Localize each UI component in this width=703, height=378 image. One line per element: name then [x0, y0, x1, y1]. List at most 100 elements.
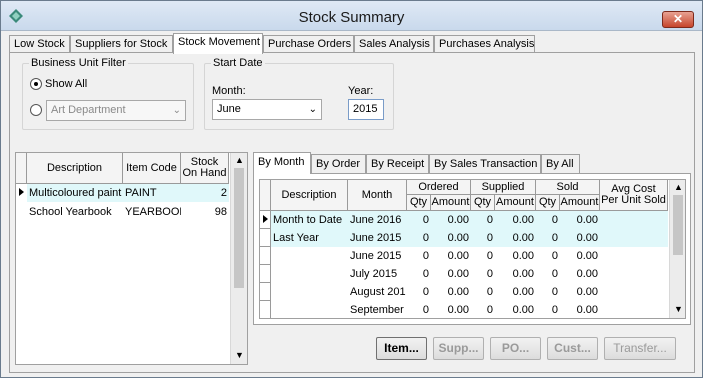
table-row-item-code[interactable]: PAINT [123, 184, 181, 202]
table-row-avg[interactable] [600, 247, 668, 265]
scroll-down-icon[interactable]: ▼ [235, 350, 244, 360]
table-row-month[interactable]: June 2016 [348, 211, 407, 229]
table-row-oa[interactable]: 0.00 [431, 265, 471, 283]
table-row-avg[interactable] [600, 283, 668, 301]
table-row-sq[interactable]: 0 [471, 283, 495, 301]
table-row-sa[interactable]: 0.00 [495, 301, 536, 318]
table-row-la[interactable]: 0.00 [560, 211, 600, 229]
table-row-oq[interactable]: 0 [407, 211, 431, 229]
table-row-avg[interactable] [600, 301, 668, 318]
table-row-oq[interactable]: 0 [407, 301, 431, 318]
table-row-stock[interactable]: 2 [181, 184, 229, 202]
row-selector[interactable] [260, 318, 271, 319]
table-row-description[interactable] [271, 265, 348, 283]
row-selector[interactable] [260, 300, 271, 301]
table-row-lq[interactable]: 0 [536, 301, 560, 318]
table-row-avg[interactable] [600, 229, 668, 247]
ordered-amount-header[interactable]: Amount [431, 195, 471, 211]
sold-amount-header[interactable]: Amount [560, 195, 600, 211]
supplied-qty-header[interactable]: Qty [471, 195, 495, 211]
scroll-thumb[interactable] [234, 168, 244, 288]
tab-by-month[interactable]: By Month [253, 152, 311, 174]
table-row-oq[interactable]: 0 [407, 229, 431, 247]
month-select[interactable]: June ⌄ [212, 99, 322, 120]
ordered-qty-header[interactable]: Qty [407, 195, 431, 211]
table-row-description[interactable]: School Yearbook [27, 203, 123, 221]
table-row-month[interactable]: July 2015 [348, 265, 407, 283]
table-row-description[interactable]: Multicoloured paint [27, 184, 123, 202]
table-row-sq[interactable]: 0 [471, 211, 495, 229]
stock-on-hand-column-header[interactable]: Stock On Hand [181, 153, 229, 184]
table-row-lq[interactable]: 0 [536, 229, 560, 247]
item-code-column-header[interactable]: Item Code [123, 153, 181, 184]
cust-button[interactable]: Cust... [547, 337, 598, 360]
row-selector[interactable] [260, 246, 271, 247]
title-bar[interactable]: Stock Summary ✕ [1, 1, 702, 31]
table-row-la[interactable]: 0.00 [560, 229, 600, 247]
table-row-oq[interactable]: 0 [407, 247, 431, 265]
close-button[interactable]: ✕ [662, 11, 694, 28]
table-row-description[interactable] [271, 283, 348, 301]
tab-suppliers-for-stock[interactable]: Suppliers for Stock [70, 35, 173, 53]
table-row-lq[interactable]: 0 [536, 265, 560, 283]
table-row-description[interactable] [271, 247, 348, 265]
table-row-oq[interactable]: 0 [407, 265, 431, 283]
table-row-month[interactable]: June 2015 [348, 247, 407, 265]
table-row-sq[interactable]: 0 [471, 247, 495, 265]
show-all-radio[interactable] [30, 78, 42, 90]
tab-by-all[interactable]: By All [541, 154, 580, 173]
department-radio[interactable] [30, 104, 42, 116]
table-row-description[interactable] [271, 301, 348, 318]
tab-sales-analysis[interactable]: Sales Analysis [354, 35, 434, 53]
year-input[interactable]: 2015 [348, 99, 384, 120]
table-row-la[interactable]: 0.00 [560, 301, 600, 318]
table-row-sa[interactable]: 0.00 [495, 265, 536, 283]
table-row-avg[interactable] [600, 265, 668, 283]
description-column-header[interactable]: Description [271, 180, 348, 211]
sold-qty-header[interactable]: Qty [536, 195, 560, 211]
table-row-oa[interactable]: 0.00 [431, 247, 471, 265]
table-row-oa[interactable]: 0.00 [431, 283, 471, 301]
table-row-lq[interactable]: 0 [536, 211, 560, 229]
table-row-oa[interactable]: 0.00 [431, 301, 471, 318]
table-row-lq[interactable]: 0 [536, 247, 560, 265]
stock-grid-scrollbar[interactable]: ▲ ▼ [230, 153, 247, 364]
table-row-sa[interactable]: 0.00 [495, 247, 536, 265]
table-row-description[interactable]: Last Year [271, 229, 348, 247]
movement-grid-scrollbar[interactable]: ▲ ▼ [669, 180, 685, 318]
table-row-item-code[interactable]: YEARBOOK [123, 203, 181, 221]
table-row-avg[interactable] [600, 211, 668, 229]
department-select[interactable]: Art Department ⌄ [46, 100, 186, 121]
table-row-month[interactable]: August 201 [348, 283, 407, 301]
month-column-header[interactable]: Month [348, 180, 407, 211]
scroll-up-icon[interactable]: ▲ [674, 182, 683, 192]
scroll-thumb[interactable] [673, 195, 683, 255]
table-row-sq[interactable]: 0 [471, 265, 495, 283]
table-row-oa[interactable]: 0.00 [431, 211, 471, 229]
scroll-down-icon[interactable]: ▼ [674, 304, 683, 314]
scroll-up-icon[interactable]: ▲ [235, 155, 244, 165]
supp-button[interactable]: Supp... [433, 337, 484, 360]
table-row-oq[interactable]: 0 [407, 283, 431, 301]
table-row-sq[interactable]: 0 [471, 301, 495, 318]
table-row-sa[interactable]: 0.00 [495, 229, 536, 247]
avg-cost-column-header[interactable]: Avg Cost Per Unit Sold [600, 180, 668, 211]
table-row-month[interactable]: June 2015 [348, 229, 407, 247]
tab-low-stock[interactable]: Low Stock [9, 35, 70, 53]
table-row-oa[interactable]: 0.00 [431, 229, 471, 247]
row-selector[interactable] [260, 282, 271, 283]
table-row-sa[interactable]: 0.00 [495, 211, 536, 229]
table-row-month[interactable]: September [348, 301, 407, 318]
table-row-description[interactable]: Month to Date [271, 211, 348, 229]
table-row-sa[interactable]: 0.00 [495, 283, 536, 301]
table-row-stock[interactable]: 98 [181, 203, 229, 221]
tab-purchases-analysis[interactable]: Purchases Analysis [434, 35, 535, 53]
supplied-amount-header[interactable]: Amount [495, 195, 536, 211]
table-row-sq[interactable]: 0 [471, 229, 495, 247]
item-button[interactable]: Item... [376, 337, 427, 360]
description-column-header[interactable]: Description [27, 153, 123, 184]
row-selector[interactable] [260, 264, 271, 265]
tab-by-order[interactable]: By Order [311, 154, 366, 173]
tab-stock-movement[interactable]: Stock Movement [173, 33, 263, 54]
row-selector[interactable] [260, 228, 271, 229]
